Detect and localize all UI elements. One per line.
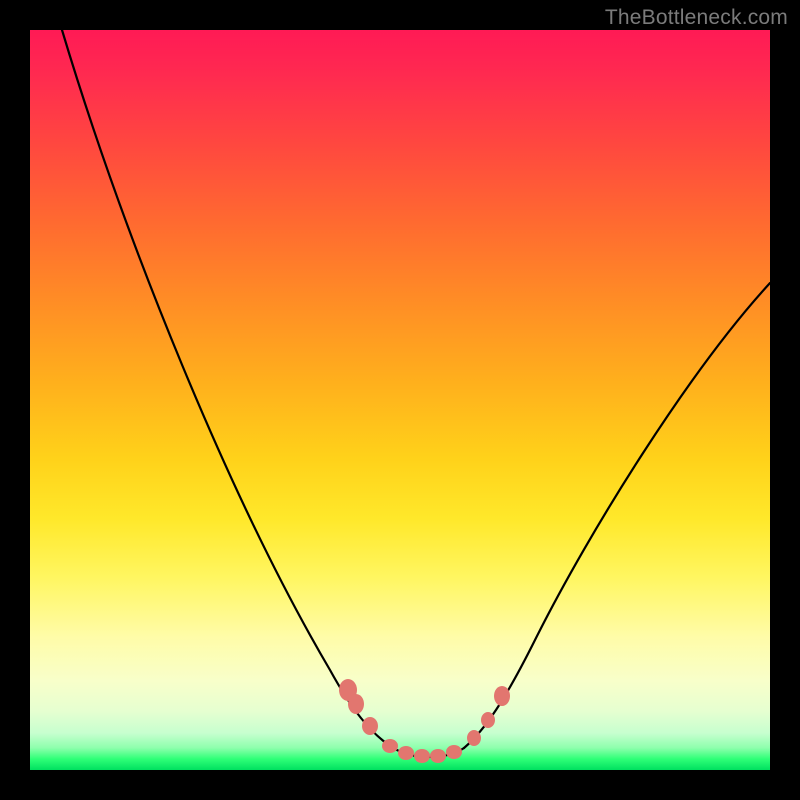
marker-right-3 <box>494 686 510 706</box>
marker-left-2 <box>348 694 364 714</box>
marker-right-1 <box>467 730 481 746</box>
chart-frame: TheBottleneck.com <box>0 0 800 800</box>
curve-right-branch <box>464 283 770 748</box>
marker-left-3 <box>362 717 378 735</box>
plot-area <box>30 30 770 770</box>
marker-flat-4 <box>430 749 446 763</box>
curve-left-branch <box>62 30 390 746</box>
marker-flat-1 <box>382 739 398 753</box>
curve-svg <box>30 30 770 770</box>
watermark-text: TheBottleneck.com <box>605 6 788 30</box>
marker-right-2 <box>481 712 495 728</box>
marker-flat-2 <box>398 746 414 760</box>
marker-flat-3 <box>414 749 430 763</box>
marker-flat-5 <box>446 745 462 759</box>
